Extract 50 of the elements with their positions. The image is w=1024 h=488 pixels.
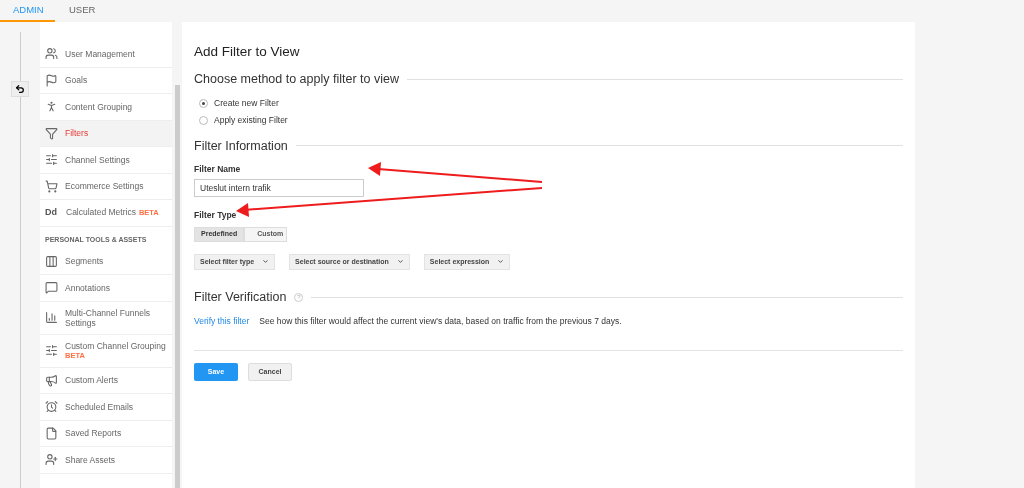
caret-icon bbox=[262, 258, 270, 266]
sidebar-label: Content Grouping bbox=[65, 101, 133, 112]
sliders-icon bbox=[45, 153, 58, 167]
bar-chart-icon bbox=[45, 311, 58, 324]
sidebar-label: Ecommerce Settings bbox=[65, 181, 144, 192]
alarm-clock-icon bbox=[45, 400, 58, 414]
document-icon bbox=[45, 426, 58, 440]
scrollbar[interactable] bbox=[175, 85, 180, 488]
megaphone-icon bbox=[45, 373, 58, 387]
radio-button[interactable] bbox=[199, 98, 208, 108]
person-icon bbox=[45, 100, 58, 114]
back-button[interactable] bbox=[11, 81, 29, 97]
sidebar-label: Annotations bbox=[65, 282, 110, 293]
filter-icon bbox=[45, 126, 58, 140]
sidebar-label: Custom Channel Grouping bbox=[65, 340, 166, 351]
columns-icon bbox=[45, 254, 58, 268]
verify-link[interactable]: Verify this filter bbox=[194, 314, 250, 328]
filter-name-field[interactable]: Uteslut intern trafik bbox=[194, 179, 364, 197]
verification-description: See how this filter would affect the current view's data, based on traffic from the previous 7 days. bbox=[259, 314, 622, 328]
sidebar-label: Multi-Channel Funnels Settings bbox=[65, 307, 152, 328]
cart-icon bbox=[45, 179, 58, 193]
section-heading: Choose method to apply filter to view bbox=[194, 71, 399, 89]
sidebar-label: User Management bbox=[65, 48, 135, 59]
sidebar-item[interactable]: Filters bbox=[40, 120, 172, 147]
sidebar-label: Saved Reports bbox=[65, 428, 122, 439]
radio-button[interactable] bbox=[199, 115, 208, 125]
field-label: Filter Type bbox=[194, 209, 237, 222]
flag-icon bbox=[45, 73, 58, 87]
top-tab[interactable]: USER bbox=[55, 0, 110, 22]
page-title: Add Filter to View bbox=[194, 43, 301, 61]
radio-option[interactable]: Apply existing Filter bbox=[199, 113, 903, 127]
sidebar-label: Filters bbox=[65, 128, 89, 139]
section-heading: Filter Information bbox=[194, 137, 288, 155]
sidebar-label: Channel Settings bbox=[65, 154, 130, 165]
people-icon bbox=[45, 47, 58, 61]
sliders-icon bbox=[45, 344, 58, 357]
sidebar-label: Custom Alerts bbox=[65, 375, 118, 386]
speech-bubble-icon bbox=[45, 281, 58, 295]
sidebar-label: Scheduled Emails bbox=[65, 401, 134, 412]
sidebar-label: Share Assets bbox=[65, 454, 116, 465]
caret-icon bbox=[396, 258, 404, 266]
caret-icon bbox=[497, 258, 505, 266]
dd-icon: Dd bbox=[45, 206, 59, 220]
radio-option[interactable]: Create new Filter bbox=[199, 97, 903, 110]
sidebar-label: Goals bbox=[65, 75, 88, 86]
field-label: Filter Name bbox=[194, 163, 241, 176]
add-person-icon bbox=[45, 453, 58, 467]
back-arrow-icon bbox=[15, 84, 25, 94]
section-heading: Filter Verification bbox=[194, 288, 287, 306]
sidebar-label: Segments bbox=[65, 256, 104, 267]
